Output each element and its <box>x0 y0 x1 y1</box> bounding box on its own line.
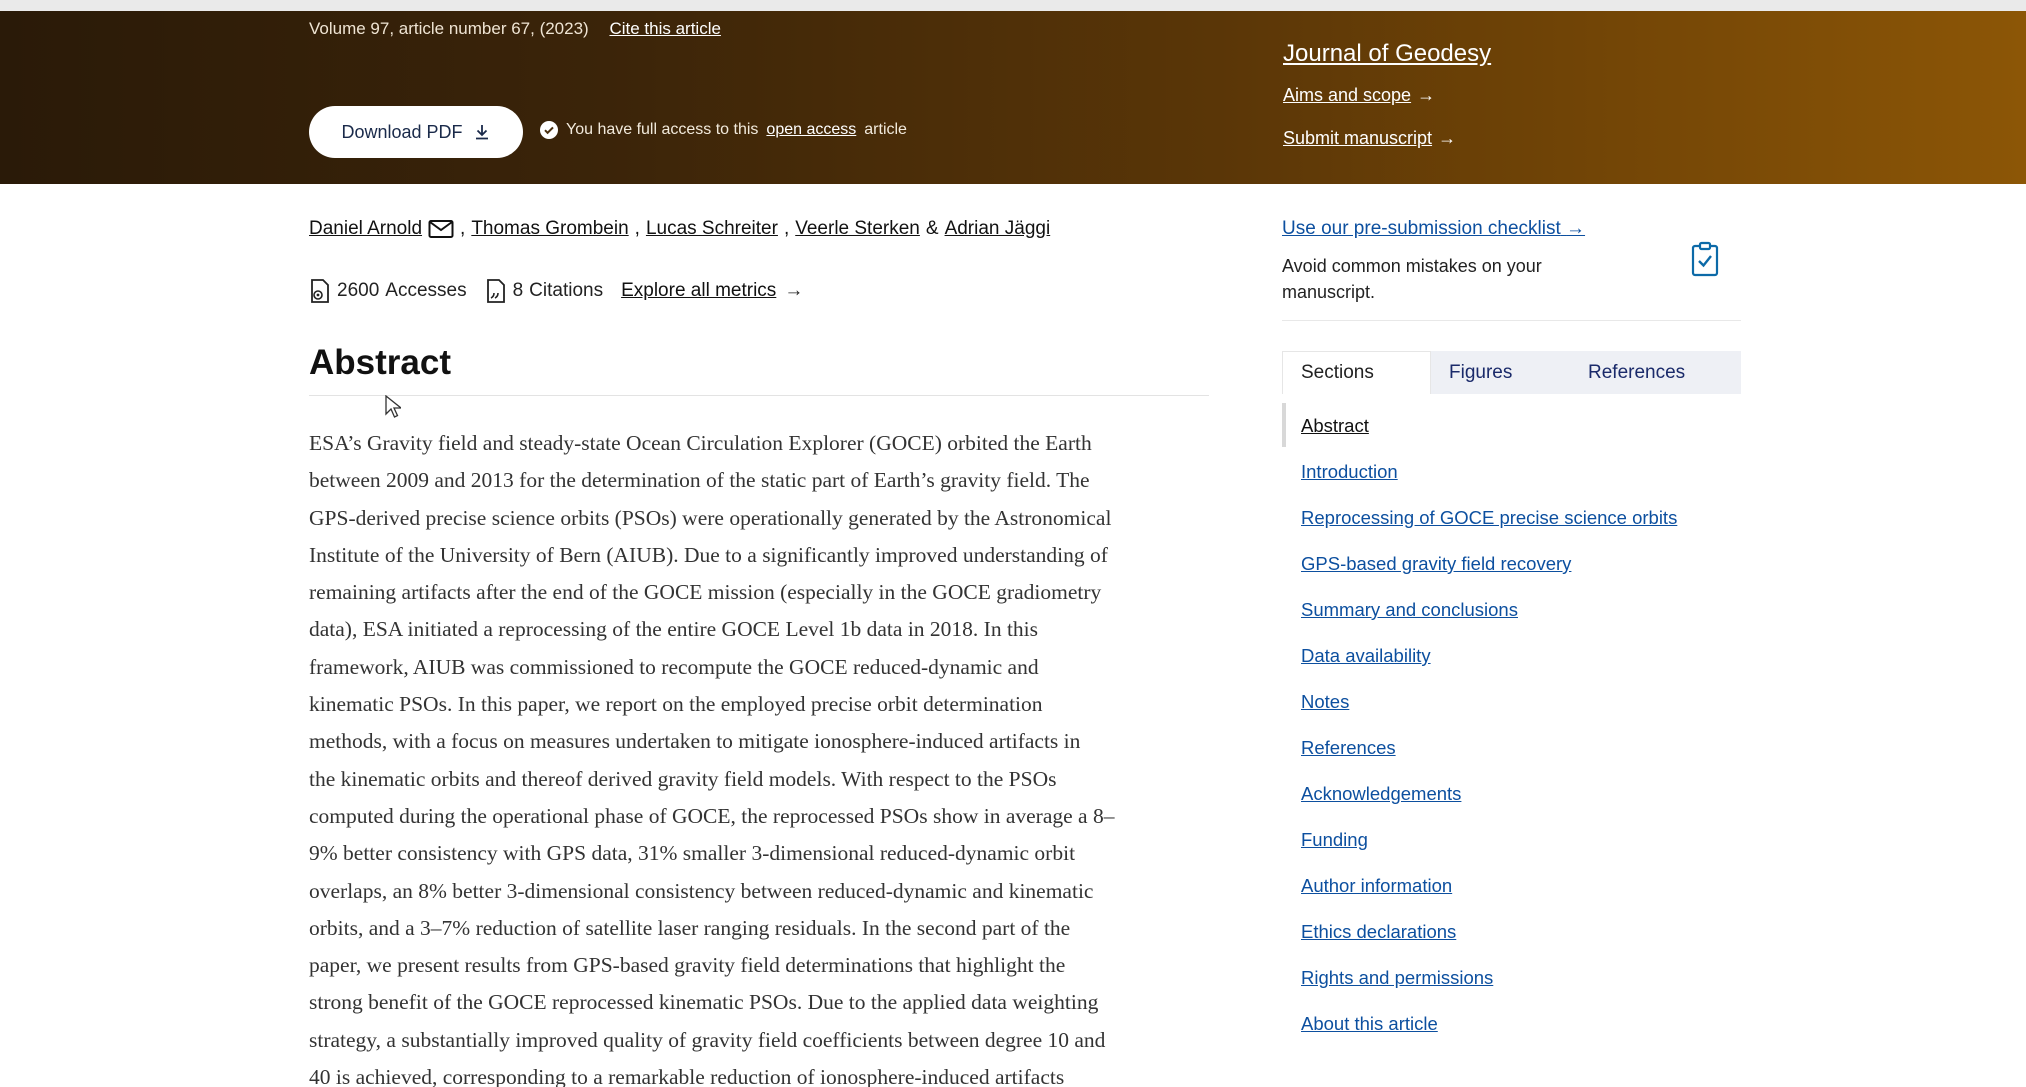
download-icon <box>475 125 488 140</box>
arrow-right-icon: → <box>1417 85 1436 105</box>
abstract-line: Institute of the University of Bern (AIU… <box>309 542 1108 567</box>
check-circle-icon <box>540 121 558 139</box>
active-section-indicator <box>1282 403 1286 447</box>
download-pdf-button[interactable]: Download PDF <box>309 106 523 158</box>
mouse-pointer-icon <box>385 395 401 418</box>
toc-item-reprocessing[interactable]: Reprocessing of GOCE precise science orb… <box>1301 507 1677 529</box>
toc-item-author-information[interactable]: Author information <box>1301 875 1452 897</box>
author-link[interactable]: Thomas Grombein <box>471 218 628 240</box>
aims-and-scope-label: Aims and scope <box>1283 85 1412 105</box>
accesses-count: 2600 <box>337 280 380 301</box>
abstract-line: strategy, a substantially improved quali… <box>309 1027 1106 1052</box>
abstract-line: strong benefit of the GOCE reprocessed k… <box>309 990 1099 1015</box>
toc-item-about[interactable]: About this article <box>1301 1013 1438 1035</box>
accesses-icon <box>311 279 329 303</box>
abstract-line: the kinematic orbits and thereof derived… <box>309 766 1057 791</box>
citations-count: 8 <box>512 280 524 301</box>
author-list: Daniel Arnold , Thomas Grombein, Lucas S… <box>309 218 1050 240</box>
pre-submission-checklist-link[interactable]: Use our pre-submission checklist → <box>1282 218 1585 240</box>
article-meta: Volume 97, article number 67, (2023) Cit… <box>309 19 721 39</box>
aims-and-scope-link[interactable]: Aims and scope → <box>1283 85 1435 106</box>
toc-item-abstract[interactable]: Abstract <box>1301 415 1369 437</box>
abstract-line: paper, we present results from GPS-based… <box>309 953 1066 978</box>
author-link[interactable]: Daniel Arnold <box>309 218 422 240</box>
download-pdf-label: Download PDF <box>341 121 463 142</box>
explore-all-metrics-link[interactable]: Explore all metrics <box>621 280 776 302</box>
abstract-line: between 2009 and 2013 for the determinat… <box>309 468 1090 493</box>
toc-item-references[interactable]: References <box>1301 737 1396 759</box>
author-separator: , <box>634 218 640 239</box>
author-separator: , <box>783 218 790 239</box>
author-separator: , <box>460 218 466 239</box>
article-header-banner: Volume 97, article number 67, (2023) Cit… <box>0 11 2026 184</box>
toc-item-ethics[interactable]: Ethics declarations <box>1301 921 1456 943</box>
toc-item-acknowledgements[interactable]: Acknowledgements <box>1301 783 1461 805</box>
author-separator: & <box>925 218 939 239</box>
abstract-line: 9% better consistency with GPS data, 31%… <box>309 841 1076 866</box>
abstract-line: GPS-derived precise science orbits (PSOs… <box>309 505 1112 530</box>
abstract-line: ESA’s Gravity field and steady-state Oce… <box>309 431 1092 455</box>
open-access-link[interactable]: open access <box>766 121 856 139</box>
toc-item-notes[interactable]: Notes <box>1301 691 1349 713</box>
abstract-line: remaining artifacts after the end of the… <box>309 580 1102 605</box>
submit-manuscript-link[interactable]: Submit manuscript → <box>1283 128 1456 149</box>
accesses-label: Accesses <box>385 280 467 301</box>
sidebar-divider <box>1282 320 1741 321</box>
heading-divider <box>309 395 1209 396</box>
abstract-line: overlaps, an 8% better 3-dimensional con… <box>309 878 1094 903</box>
citations-label: Citations <box>529 280 604 301</box>
author-link[interactable]: Veerle Sterken <box>795 218 920 240</box>
toc-item-introduction[interactable]: Introduction <box>1301 461 1398 483</box>
tab-sections[interactable]: Sections <box>1282 351 1431 394</box>
citations-icon <box>486 279 505 303</box>
arrow-right-icon: → <box>1438 128 1457 148</box>
access-suffix: article <box>864 121 907 138</box>
abstract-heading: Abstract <box>309 343 451 382</box>
toc-item-summary[interactable]: Summary and conclusions <box>1301 599 1518 621</box>
tab-references[interactable]: References <box>1570 351 1741 394</box>
tab-figures[interactable]: Figures <box>1431 351 1570 394</box>
abstract-line: methods, with a focus on measures undert… <box>309 729 1081 754</box>
citations-metric: 8 Citations <box>485 278 604 304</box>
submit-manuscript-label: Submit manuscript <box>1283 128 1433 148</box>
volume-line: Volume 97, article number 67, (2023) <box>309 19 589 38</box>
abstract-line: computed during the operational phase of… <box>309 803 1115 828</box>
clipboard-check-icon <box>1691 241 1719 277</box>
abstract-line: data), ESA initiated a reprocessing of t… <box>309 617 1039 642</box>
abstract-body: ESA’s Gravity field and steady-state Oce… <box>309 425 1214 1087</box>
access-prefix: You have full access to this <box>566 121 759 138</box>
arrow-right-icon: → <box>1566 218 1586 239</box>
email-icon[interactable] <box>428 219 454 239</box>
checklist-description: Avoid common mistakes on your manuscript… <box>1282 256 1542 302</box>
abstract-line: orbits, and a 3–7% reduction of satellit… <box>309 915 1071 940</box>
author-link[interactable]: Lucas Schreiter <box>646 218 778 240</box>
toc-item-gravity-field-recovery[interactable]: GPS-based gravity field recovery <box>1301 553 1571 575</box>
accesses-metric: 2600 Accesses <box>309 278 467 304</box>
author-link[interactable]: Adrian Jäggi <box>945 218 1051 240</box>
sidebar-tabs: Sections Figures References <box>1282 351 1741 394</box>
toc-item-data-availability[interactable]: Data availability <box>1301 645 1431 667</box>
abstract-line: 40 is achieved, corresponding to a remar… <box>309 1065 1065 1087</box>
toc-item-funding[interactable]: Funding <box>1301 829 1368 851</box>
arrow-right-icon: → <box>784 280 804 301</box>
journal-title-link[interactable]: Journal of Geodesy <box>1283 40 1491 68</box>
browser-top-strip <box>0 0 2026 11</box>
checklist-link-label: Use our pre-submission checklist <box>1282 218 1561 239</box>
open-access-notice: You have full access to this open access… <box>540 121 907 139</box>
abstract-line: framework, AIUB was commissioned to reco… <box>309 654 1039 679</box>
abstract-line: kinematic PSOs. In this paper, we report… <box>309 692 1043 717</box>
cite-this-article-link[interactable]: Cite this article <box>609 19 720 38</box>
article-metrics: 2600 Accesses 8 Citations Explore all me… <box>309 278 803 304</box>
toc-item-rights[interactable]: Rights and permissions <box>1301 967 1493 989</box>
